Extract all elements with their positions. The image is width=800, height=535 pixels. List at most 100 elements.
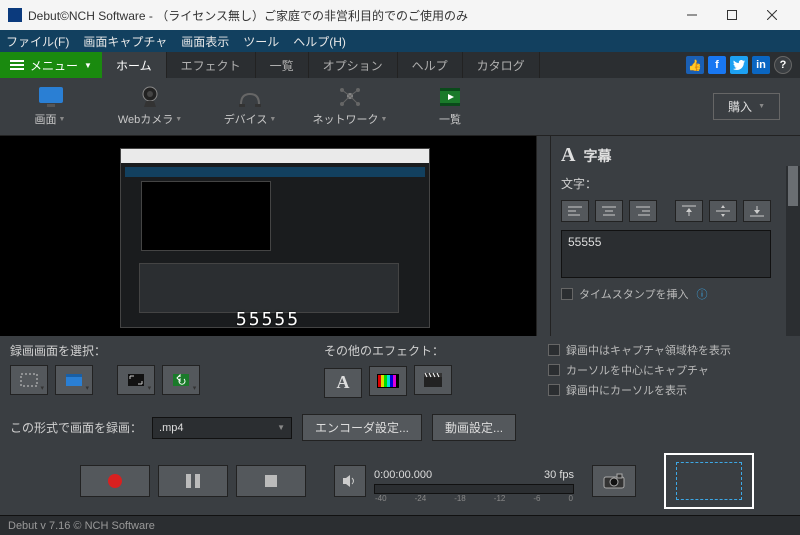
stop-icon — [265, 475, 277, 487]
checkbox-icon — [548, 384, 560, 396]
menu-tools[interactable]: ツール — [243, 33, 279, 50]
close-icon — [767, 10, 777, 20]
ribbon-network[interactable]: ネットワーク▼ — [300, 86, 400, 127]
preview-thumbnail — [120, 148, 430, 328]
elapsed-time: 0:00:00.000 — [374, 469, 432, 481]
twitter-icon[interactable] — [730, 56, 748, 74]
tab-effects[interactable]: エフェクト — [167, 52, 256, 78]
ribbon-screen[interactable]: 画面▼ — [0, 86, 100, 127]
video-settings-button[interactable]: 動画設定... — [432, 414, 516, 441]
ribbon-device[interactable]: デバイス▼ — [200, 86, 300, 127]
title-bar: Debut©NCH Software - （ライセンス無し）ご家庭での非営利目的… — [0, 0, 800, 30]
drop-target[interactable] — [664, 453, 754, 509]
valign-middle-button[interactable] — [709, 200, 737, 222]
encoder-settings-button[interactable]: エンコーダ設定... — [302, 414, 422, 441]
align-center-button[interactable] — [595, 200, 623, 222]
like-icon[interactable]: 👍 — [686, 56, 704, 74]
color-effect-button[interactable] — [369, 366, 407, 396]
tab-catalog[interactable]: カタログ — [463, 52, 540, 78]
timestamp-checkbox-row[interactable]: タイムスタンプを挿入 ⓘ — [561, 286, 790, 302]
menu-capture[interactable]: 画面キャプチャ — [83, 33, 167, 50]
chevron-down-icon: ▼ — [175, 116, 182, 123]
chevron-down-icon: ▼ — [59, 116, 66, 123]
stop-button[interactable] — [236, 465, 306, 497]
pause-icon — [186, 474, 200, 488]
undo-icon — [172, 373, 190, 387]
preview-caption-text: 55555 — [236, 309, 300, 330]
center-cursor-checkbox[interactable]: カーソルを中心にキャプチャ — [548, 362, 788, 378]
select-reset-button[interactable] — [162, 365, 200, 395]
tab-bar: メニュー ▼ ホーム エフェクト 一覧 オプション ヘルプ カタログ 👍 f i… — [0, 52, 800, 78]
tab-list[interactable]: 一覧 — [256, 52, 309, 78]
format-row: この形式で画面を録画： .mp4 ▼ エンコーダ設定... 動画設定... — [0, 404, 800, 445]
valign-top-button[interactable] — [675, 200, 703, 222]
webcam-icon — [136, 86, 164, 108]
checkbox-icon — [548, 364, 560, 376]
linkedin-icon[interactable]: in — [752, 56, 770, 74]
pause-button[interactable] — [158, 465, 228, 497]
checkbox-icon — [561, 288, 573, 300]
info-icon[interactable]: ⓘ — [696, 286, 707, 302]
select-area-panel: 録画画面を選択： — [10, 342, 310, 402]
tab-home[interactable]: ホーム — [102, 52, 167, 78]
align-left-button[interactable] — [561, 200, 589, 222]
social-icons: 👍 f in ? — [686, 52, 800, 78]
align-right-icon — [636, 206, 650, 216]
valign-middle-icon — [716, 205, 730, 217]
menu-dropdown-button[interactable]: メニュー ▼ — [0, 52, 102, 78]
facebook-icon[interactable]: f — [708, 56, 726, 74]
filmstrip-icon — [436, 86, 464, 108]
ribbon-webcam[interactable]: Webカメラ▼ — [100, 86, 200, 127]
select-window-button[interactable] — [55, 365, 93, 395]
menu-display[interactable]: 画面表示 — [181, 33, 229, 50]
app-icon — [8, 8, 22, 22]
align-center-icon — [602, 206, 616, 216]
ribbon: 画面▼ Webカメラ▼ デバイス▼ ネットワーク▼ 一覧 購入 ▼ — [0, 78, 800, 136]
show-region-checkbox[interactable]: 録画中はキャプチャ領域枠を表示 — [548, 342, 788, 358]
help-icon[interactable]: ? — [774, 56, 792, 74]
tab-options[interactable]: オプション — [309, 52, 398, 78]
buy-button[interactable]: 購入 ▼ — [713, 93, 780, 120]
maximize-icon — [727, 10, 737, 20]
select-region-button[interactable] — [117, 365, 155, 395]
network-icon — [336, 86, 364, 108]
main-area: 55555 A 字幕 文字： タイムスタンプを挿入 ⓘ — [0, 136, 800, 336]
tab-help[interactable]: ヘルプ — [398, 52, 463, 78]
capture-options-panel: 録画中はキャプチャ領域枠を表示 カーソルを中心にキャプチャ 録画中にカーソルを表… — [538, 342, 788, 402]
text-effect-button[interactable]: A — [324, 368, 362, 398]
preview-scrollbar[interactable] — [536, 136, 550, 336]
checkbox-icon — [548, 344, 560, 356]
format-select[interactable]: .mp4 ▼ — [152, 417, 292, 439]
window-title: Debut©NCH Software - （ライセンス無し）ご家庭での非営利目的… — [28, 7, 468, 24]
close-button[interactable] — [752, 0, 792, 30]
caption-text-label: 文字： — [561, 175, 790, 192]
caption-text-input[interactable] — [561, 230, 771, 278]
chevron-down-icon: ▼ — [758, 103, 765, 110]
device-icon — [236, 86, 264, 108]
record-button[interactable] — [80, 465, 150, 497]
minimize-button[interactable] — [672, 0, 712, 30]
valign-top-icon — [682, 205, 696, 217]
transport-bar: 0:00:00.000 30 fps -40-24-18-12-60 — [0, 445, 800, 513]
speaker-icon — [342, 474, 358, 488]
show-cursor-checkbox[interactable]: 録画中にカーソルを表示 — [548, 382, 788, 398]
status-bar: Debut v 7.16 © NCH Software — [0, 515, 800, 535]
ribbon-list[interactable]: 一覧 — [400, 86, 500, 127]
menu-help[interactable]: ヘルプ(H) — [293, 33, 346, 50]
snapshot-button[interactable] — [592, 465, 636, 497]
menu-file[interactable]: ファイル(F) — [6, 33, 69, 50]
fullscreen-icon — [20, 373, 38, 387]
align-right-button[interactable] — [629, 200, 657, 222]
volume-button[interactable] — [334, 465, 366, 497]
caption-scrollbar[interactable] — [786, 166, 800, 336]
text-a-icon: A — [337, 372, 350, 393]
window-icon — [65, 373, 83, 387]
select-fullscreen-button[interactable] — [10, 365, 48, 395]
time-meter-block: 0:00:00.000 30 fps -40-24-18-12-60 — [374, 469, 574, 494]
valign-bottom-button[interactable] — [743, 200, 771, 222]
align-left-icon — [568, 206, 582, 216]
video-effect-button[interactable] — [414, 365, 452, 395]
chevron-down-icon: ▼ — [84, 61, 92, 70]
caption-panel: A 字幕 文字： タイムスタンプを挿入 ⓘ — [550, 136, 800, 336]
maximize-button[interactable] — [712, 0, 752, 30]
